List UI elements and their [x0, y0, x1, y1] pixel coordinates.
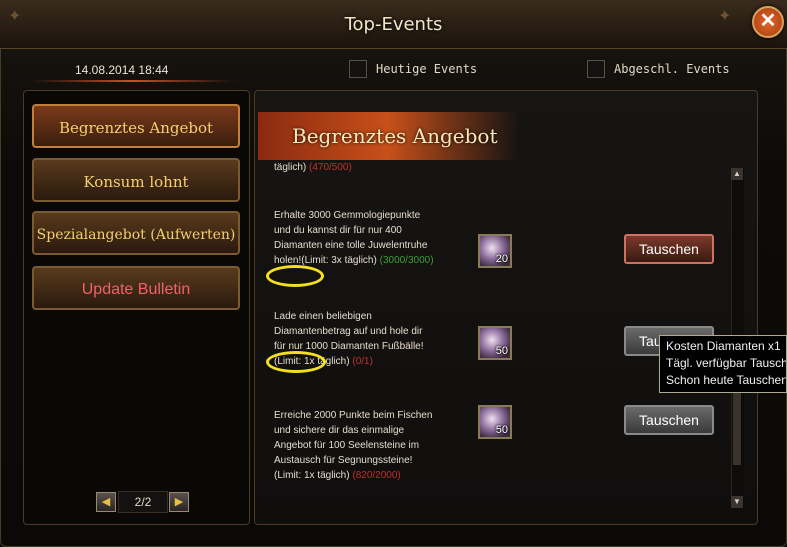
sidebar-item-update-bulletin[interactable]: Update Bulletin	[32, 266, 240, 310]
item-count: 50	[495, 424, 508, 436]
prev-page-button[interactable]: ◀	[96, 492, 116, 512]
tooltip: Kosten Diamanten x1 Tägl. verfügbar Taus…	[659, 335, 787, 393]
sidebar-item-konsum-lohnt[interactable]: Konsum lohnt	[32, 158, 240, 202]
tooltip-line: Schon heute Tauschen	[666, 373, 787, 387]
tooltip-line: Kosten Diamanten x1	[666, 339, 781, 353]
event-text: täglich)	[274, 162, 310, 173]
panel-heading: Begrenztes Angebot	[292, 124, 498, 148]
chevron-left-icon: ◀	[101, 496, 111, 508]
chevron-right-icon: ▶	[174, 496, 184, 508]
highlight-circle	[266, 265, 324, 287]
tauschen-button[interactable]: Tauschen	[624, 405, 714, 435]
event-description: Erhalte 3000 Gemmologiepunkte und du kan…	[274, 208, 434, 268]
window-title: Top-Events	[344, 14, 443, 35]
list-item-partial: täglich) (470/500)	[274, 162, 352, 173]
item-count: 50	[495, 345, 508, 357]
close-icon: ✕	[759, 10, 777, 32]
event-limit: (820/2000)	[352, 470, 401, 481]
sidebar-item-begrenztes-angebot[interactable]: Begrenztes Angebot	[32, 104, 240, 148]
reward-item-icon[interactable]: 50	[478, 326, 512, 360]
tauschen-button[interactable]: Tauschen	[624, 234, 714, 264]
item-count: 20	[495, 253, 508, 265]
divider	[30, 80, 235, 82]
sidebar-item-spezialangebot[interactable]: Spezialangebot (Aufwerten)	[32, 211, 240, 255]
scroll-down-icon[interactable]: ▼	[731, 496, 743, 508]
page-indicator: 2/2	[118, 491, 168, 513]
event-limit: (0/1)	[352, 356, 373, 367]
reward-item-icon[interactable]: 20	[478, 234, 512, 268]
tooltip-line: Tägl. verfügbar Tausch	[666, 356, 787, 370]
event-limit: (470/500)	[309, 162, 352, 173]
checkbox-abgeschl-events[interactable]	[587, 60, 605, 78]
close-button[interactable]: ✕	[752, 6, 784, 38]
event-limit: (3000/3000)	[379, 255, 434, 266]
reward-item-icon[interactable]: 50	[478, 405, 512, 439]
scroll-up-icon[interactable]: ▲	[731, 168, 743, 180]
highlight-circle	[266, 351, 326, 373]
datetime: 14.08.2014 18:44	[75, 63, 169, 77]
checkbox-heutige-events[interactable]	[349, 60, 367, 78]
next-page-button[interactable]: ▶	[169, 492, 189, 512]
event-description: Erreiche 2000 Punkte beim Fischen und si…	[274, 408, 434, 483]
checkbox-label-abgeschl-events: Abgeschl. Events	[614, 62, 730, 76]
checkbox-label-heutige-events: Heutige Events	[376, 62, 478, 76]
